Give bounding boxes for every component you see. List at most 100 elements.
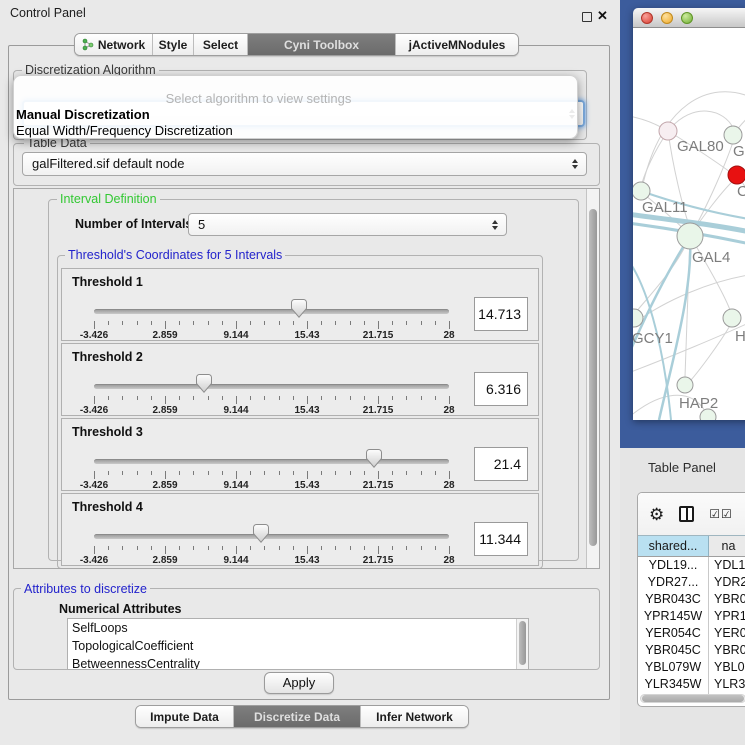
table-cell-shared-name[interactable]: YER054C: [638, 625, 709, 642]
scrollbar-thumb[interactable]: [642, 695, 744, 702]
algorithm-popup-item[interactable]: Manual Discretization: [14, 107, 577, 123]
tab-jactivemnodules[interactable]: jActiveMNodules: [396, 34, 518, 55]
slider-tick: [307, 546, 308, 554]
table-cell-name[interactable]: YDL1: [709, 557, 745, 574]
settings-vertical-scrollbar[interactable]: [586, 189, 599, 568]
attribute-list-item[interactable]: TopologicalCoefficient: [68, 637, 528, 655]
slider-track[interactable]: [94, 534, 449, 539]
slider-tick: [335, 396, 336, 400]
apply-button[interactable]: Apply: [264, 672, 334, 694]
close-icon[interactable]: ✕: [597, 8, 608, 24]
network-canvas[interactable]: GAL80 G. C GAL11 GAL4 GCY1 H HAP2: [633, 28, 745, 420]
node-label: GAL80: [677, 138, 724, 155]
table-row[interactable]: YBR045CYBR0: [638, 642, 745, 659]
tab-infer-network[interactable]: Infer Network: [361, 706, 468, 727]
slider-thumb[interactable]: [291, 299, 307, 318]
slider-tick: [279, 396, 280, 400]
column-header-shared-name[interactable]: shared...: [638, 536, 709, 556]
settings-scroll-area: Interval Definition Number of Intervals …: [13, 188, 600, 569]
float-window-icon[interactable]: [582, 12, 592, 22]
node-gal80[interactable]: [659, 122, 677, 140]
select-columns-checkboxes-icon[interactable]: ☑☑: [709, 507, 733, 521]
slider-tick: [350, 396, 351, 400]
threshold-label: Threshold 4: [72, 500, 143, 514]
tab-network[interactable]: Network: [75, 34, 153, 55]
attribute-list-item[interactable]: SelfLoops: [68, 619, 528, 637]
numerical-attributes-list[interactable]: SelfLoopsTopologicalCoefficientBetweenne…: [67, 618, 529, 670]
table-cell-name[interactable]: YLR3: [709, 676, 745, 693]
slider-thumb[interactable]: [196, 374, 212, 393]
slider-tick: [165, 471, 166, 479]
slider-tick-label: 21.715: [363, 480, 394, 491]
column-header-name[interactable]: na: [709, 536, 745, 556]
table-row[interactable]: YDL19...YDL1: [638, 557, 745, 574]
slider-track[interactable]: [94, 384, 449, 389]
node-clipped-top[interactable]: [724, 126, 742, 144]
slider-tick: [321, 321, 322, 325]
slider-tick: [264, 321, 265, 325]
table-cell-name[interactable]: YBR0: [709, 642, 745, 659]
network-window-titlebar[interactable]: [633, 8, 745, 28]
node-gal11[interactable]: [633, 182, 650, 200]
table-cell-name[interactable]: YBL0: [709, 659, 745, 676]
slider-tick: [236, 471, 237, 479]
slider-tick-label: 21.715: [363, 555, 394, 566]
algorithm-popup-item[interactable]: Equal Width/Frequency Discretization: [14, 123, 577, 139]
close-traffic-light-icon[interactable]: [641, 12, 653, 24]
table-cell-shared-name[interactable]: YDL19...: [638, 557, 709, 574]
slider-tick: [122, 546, 123, 550]
table-cell-shared-name[interactable]: YBL079W: [638, 659, 709, 676]
scrollbar-thumb[interactable]: [519, 621, 526, 665]
table-cell-shared-name[interactable]: YPR145W: [638, 608, 709, 625]
tab-style[interactable]: Style: [153, 34, 194, 55]
zoom-traffic-light-icon[interactable]: [681, 12, 693, 24]
table-row[interactable]: YER054CYER0: [638, 625, 745, 642]
thresholds-coordinates-group-title: Threshold's Coordinates for 5 Intervals: [65, 248, 285, 262]
gear-icon[interactable]: ⚙: [649, 506, 664, 523]
tab-cyni-toolbox[interactable]: Cyni Toolbox: [248, 34, 396, 55]
table-cell-name[interactable]: YER0: [709, 625, 745, 642]
threshold-value-field[interactable]: 14.713: [474, 297, 528, 331]
table-row[interactable]: YPR145WYPR1: [638, 608, 745, 625]
slider-thumb[interactable]: [366, 449, 382, 468]
slider-track[interactable]: [94, 309, 449, 314]
threshold-value-field[interactable]: 6.316: [474, 372, 528, 406]
table-horizontal-scrollbar[interactable]: [640, 694, 745, 703]
table-row[interactable]: YBL079WYBL0: [638, 659, 745, 676]
table-row[interactable]: YDR27...YDR2: [638, 574, 745, 591]
slider-tick-label: 28: [443, 405, 454, 416]
slider-tick: [364, 546, 365, 550]
node-h[interactable]: [723, 309, 741, 327]
threshold-value-field[interactable]: 11.344: [474, 522, 528, 556]
table-cell-shared-name[interactable]: YBR043C: [638, 591, 709, 608]
slider-tick: [279, 471, 280, 475]
table-cell-name[interactable]: YDR2: [709, 574, 745, 591]
number-of-intervals-combobox[interactable]: 5: [188, 213, 507, 236]
slider-tick: [151, 471, 152, 475]
attribute-list-item[interactable]: BetweennessCentrality: [68, 655, 528, 670]
table-data-combobox[interactable]: galFiltered.sif default node: [22, 152, 587, 176]
attributes-list-scrollbar[interactable]: [516, 619, 528, 669]
slider-tick: [392, 321, 393, 325]
tab-discretize-data[interactable]: Discretize Data: [234, 706, 361, 727]
table-cell-name[interactable]: YBR0: [709, 591, 745, 608]
tab-select[interactable]: Select: [194, 34, 248, 55]
table-row[interactable]: YBR043CYBR0: [638, 591, 745, 608]
table-row[interactable]: YLR345WYLR3: [638, 676, 745, 693]
slider-track[interactable]: [94, 459, 449, 464]
threshold-value-field[interactable]: 21.4: [474, 447, 528, 481]
slider-thumb[interactable]: [253, 524, 269, 543]
table-cell-name[interactable]: YPR1: [709, 608, 745, 625]
tab-impute-data[interactable]: Impute Data: [136, 706, 234, 727]
node-selected-red[interactable]: [728, 166, 745, 184]
cyni-bottom-tabbar: Impute DataDiscretize DataInfer Network: [135, 705, 469, 728]
slider-tick: [208, 396, 209, 400]
table-cell-shared-name[interactable]: YDR27...: [638, 574, 709, 591]
table-cell-shared-name[interactable]: YBR045C: [638, 642, 709, 659]
node-hap2[interactable]: [677, 377, 693, 393]
node-gal4[interactable]: [677, 223, 703, 249]
minimize-traffic-light-icon[interactable]: [661, 12, 673, 24]
columns-icon[interactable]: [679, 506, 694, 522]
table-cell-shared-name[interactable]: YLR345W: [638, 676, 709, 693]
scrollbar-thumb[interactable]: [589, 209, 597, 546]
